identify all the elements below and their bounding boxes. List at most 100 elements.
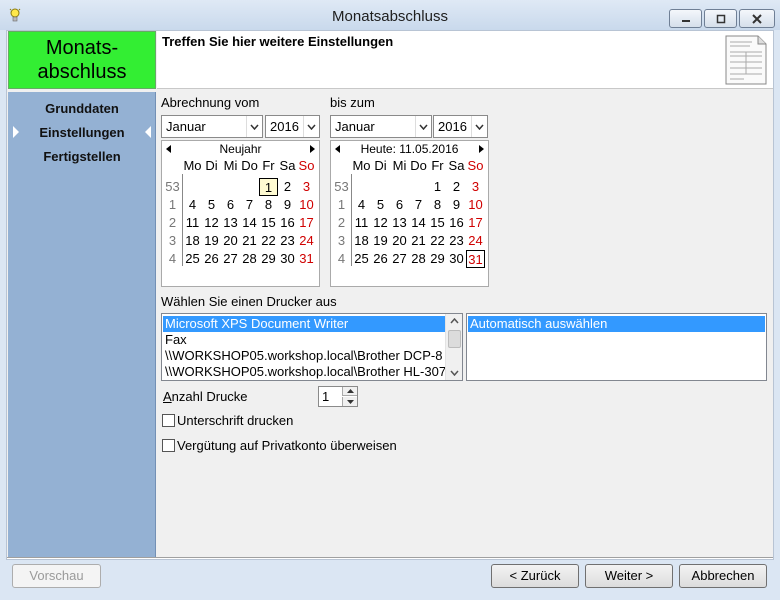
- list-item[interactable]: Fax: [163, 332, 187, 348]
- list-item[interactable]: Automatisch auswählen: [468, 316, 765, 332]
- calendar-day[interactable]: 17: [297, 214, 316, 232]
- increment-icon[interactable]: [342, 387, 357, 396]
- calendar-day[interactable]: 24: [466, 232, 485, 250]
- next-month-icon[interactable]: [479, 145, 484, 153]
- calendar-day[interactable]: 9: [447, 196, 466, 214]
- calendar-day[interactable]: 21: [409, 232, 428, 250]
- calendar-day[interactable]: 20: [390, 232, 409, 250]
- calendar-day[interactable]: 4: [352, 196, 371, 214]
- calendar-day[interactable]: 8: [259, 196, 278, 214]
- calendar-day[interactable]: 5: [371, 196, 390, 214]
- signature-label[interactable]: Unterschrift drucken: [177, 413, 293, 428]
- previous-month-icon[interactable]: [335, 145, 340, 153]
- calendar-day[interactable]: 2: [278, 178, 297, 196]
- calendar-day[interactable]: 26: [202, 250, 221, 268]
- decrement-icon[interactable]: [342, 397, 357, 406]
- calendar-day[interactable]: 18: [183, 232, 202, 250]
- nav-item-grunddaten[interactable]: Grunddaten: [8, 101, 156, 116]
- scrollbar-thumb[interactable]: [448, 330, 461, 348]
- calendar-day[interactable]: 27: [221, 250, 240, 268]
- calendar-day[interactable]: 10: [466, 196, 485, 214]
- close-button[interactable]: [739, 9, 775, 28]
- calendar-day[interactable]: 14: [240, 214, 259, 232]
- calendar-day[interactable]: 6: [390, 196, 409, 214]
- calendar-day[interactable]: 25: [352, 250, 371, 268]
- nav-item-fertigstellen[interactable]: Fertigstellen: [8, 149, 156, 164]
- calendar-day[interactable]: 7: [409, 196, 428, 214]
- minimize-button[interactable]: [669, 9, 702, 28]
- nav-item-einstellungen[interactable]: Einstellungen: [8, 125, 156, 140]
- calendar-day[interactable]: 13: [221, 214, 240, 232]
- calendar-day[interactable]: 3: [466, 178, 485, 196]
- calendar-day[interactable]: 11: [183, 214, 202, 232]
- to-month-select[interactable]: Januar: [330, 115, 432, 138]
- private-account-label[interactable]: Vergütung auf Privatkonto überweisen: [177, 438, 397, 453]
- calendar-day[interactable]: 23: [447, 232, 466, 250]
- calendar-day[interactable]: 2: [447, 178, 466, 196]
- calendar-day[interactable]: 31: [297, 250, 316, 268]
- calendar-day[interactable]: 29: [428, 250, 447, 268]
- calendar-day[interactable]: 28: [240, 250, 259, 268]
- calendar-day[interactable]: 22: [259, 232, 278, 250]
- maximize-button[interactable]: [704, 9, 737, 28]
- from-calendar[interactable]: Neujahr Mo Di Mi Do Fr Sa So 53 1 2 3 1 4 5 6 7 8 9 10 2 11 1…: [161, 140, 320, 287]
- calendar-day[interactable]: 28: [409, 250, 428, 268]
- calendar-day[interactable]: 27: [390, 250, 409, 268]
- calendar-day[interactable]: 4: [183, 196, 202, 214]
- calendar-day[interactable]: 26: [371, 250, 390, 268]
- printer-list[interactable]: Microsoft XPS Document Writer Fax \\WORK…: [161, 313, 463, 381]
- list-item[interactable]: \\WORKSHOP05.workshop.local\Brother HL-3…: [163, 364, 446, 380]
- calendar-day[interactable]: 24: [297, 232, 316, 250]
- calendar-day[interactable]: 12: [202, 214, 221, 232]
- calendar-day[interactable]: 3: [297, 178, 316, 196]
- calendar-day[interactable]: 30: [447, 250, 466, 268]
- calendar-day[interactable]: 13: [390, 214, 409, 232]
- next-month-icon[interactable]: [310, 145, 315, 153]
- scroll-down-icon[interactable]: [450, 370, 459, 376]
- copies-stepper[interactable]: 1: [318, 386, 358, 407]
- to-year-select[interactable]: 2016: [433, 115, 488, 138]
- calendar-day[interactable]: 6: [221, 196, 240, 214]
- calendar-day[interactable]: 23: [278, 232, 297, 250]
- preview-button[interactable]: Vorschau: [12, 564, 101, 588]
- signature-checkbox[interactable]: [162, 414, 175, 427]
- printer-list-scrollbar[interactable]: [445, 314, 462, 380]
- next-button[interactable]: Weiter >: [585, 564, 673, 588]
- calendar-day[interactable]: 17: [466, 214, 485, 232]
- calendar-day[interactable]: 20: [221, 232, 240, 250]
- calendar-day[interactable]: 21: [240, 232, 259, 250]
- calendar-day[interactable]: 8: [428, 196, 447, 214]
- calendar-day[interactable]: 10: [297, 196, 316, 214]
- cancel-button[interactable]: Abbrechen: [679, 564, 767, 588]
- calendar-day[interactable]: 9: [278, 196, 297, 214]
- calendar-day[interactable]: 22: [428, 232, 447, 250]
- calendar-day[interactable]: 1: [259, 178, 278, 196]
- previous-month-icon[interactable]: [166, 145, 171, 153]
- calendar-day[interactable]: 15: [428, 214, 447, 232]
- scroll-up-icon[interactable]: [450, 318, 459, 324]
- calendar-day[interactable]: 30: [278, 250, 297, 268]
- calendar-day[interactable]: 18: [352, 232, 371, 250]
- to-calendar[interactable]: Heute: 11.05.2016 Mo Di Mi Do Fr Sa So 53 1 2 3 1 4 5…: [330, 140, 489, 287]
- list-item[interactable]: Microsoft XPS Document Writer: [163, 316, 445, 332]
- calendar-day[interactable]: 15: [259, 214, 278, 232]
- calendar-day[interactable]: 1: [428, 178, 447, 196]
- calendar-day[interactable]: 7: [240, 196, 259, 214]
- calendar-day[interactable]: 12: [371, 214, 390, 232]
- from-month-select[interactable]: Januar: [161, 115, 263, 138]
- calendar-day[interactable]: 14: [409, 214, 428, 232]
- from-year-select[interactable]: 2016: [265, 115, 320, 138]
- calendar-day[interactable]: 11: [352, 214, 371, 232]
- calendar-day[interactable]: 19: [202, 232, 221, 250]
- calendar-day[interactable]: 5: [202, 196, 221, 214]
- back-button[interactable]: < Zurück: [491, 564, 579, 588]
- list-item[interactable]: \\WORKSHOP05.workshop.local\Brother DCP-…: [163, 348, 442, 364]
- calendar-day[interactable]: 29: [259, 250, 278, 268]
- paper-tray-list[interactable]: Automatisch auswählen: [466, 313, 767, 381]
- calendar-day[interactable]: 19: [371, 232, 390, 250]
- calendar-day[interactable]: 31: [466, 250, 485, 268]
- calendar-day[interactable]: 16: [447, 214, 466, 232]
- calendar-day[interactable]: 25: [183, 250, 202, 268]
- calendar-day[interactable]: 16: [278, 214, 297, 232]
- private-account-checkbox[interactable]: [162, 439, 175, 452]
